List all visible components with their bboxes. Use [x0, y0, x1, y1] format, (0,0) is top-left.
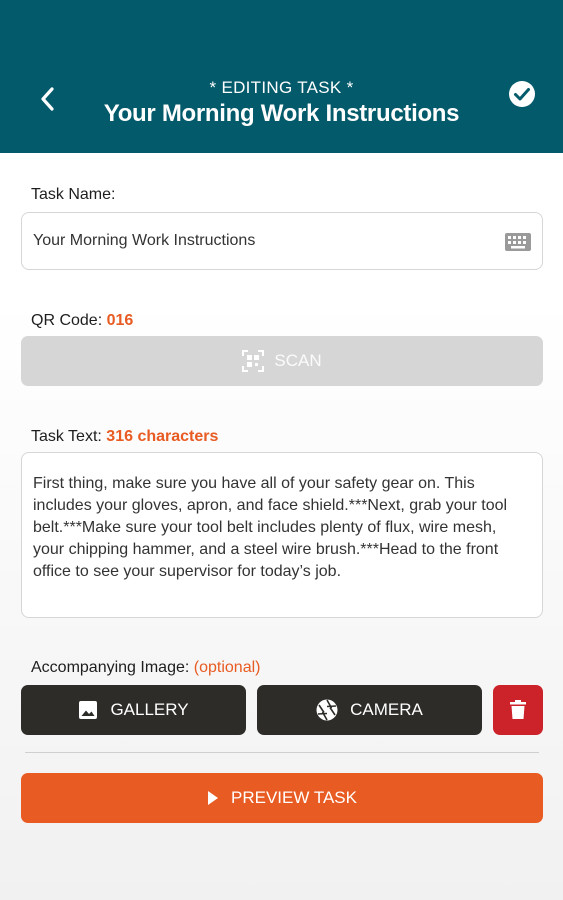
accompanying-image-label-text: Accompanying Image:	[31, 659, 190, 676]
keyboard-icon[interactable]	[504, 232, 532, 252]
camera-aperture-icon	[316, 699, 338, 721]
qr-code-value: 016	[106, 312, 134, 329]
page-title: Your Morning Work Instructions	[103, 100, 460, 127]
camera-button-label: CAMERA	[350, 700, 423, 719]
trash-icon	[510, 700, 526, 719]
task-name-label: Task Name:	[31, 186, 116, 203]
camera-button[interactable]: CAMERA	[257, 685, 482, 735]
gallery-button[interactable]: GALLERY	[21, 685, 246, 735]
divider	[25, 752, 539, 753]
task-text-input[interactable]: First thing, make sure you have all of y…	[21, 452, 543, 618]
task-text-label: Task Text: 316 characters	[31, 428, 218, 446]
delete-image-button[interactable]	[493, 685, 543, 735]
check-circle-icon	[509, 81, 535, 107]
preview-task-label: PREVIEW TASK	[231, 788, 357, 807]
play-icon	[208, 791, 219, 805]
accompanying-image-label: Accompanying Image: (optional)	[31, 659, 260, 677]
confirm-button[interactable]	[505, 77, 539, 111]
task-name-input[interactable]: Your Morning Work Instructions	[21, 212, 543, 270]
task-text-label-text: Task Text:	[31, 428, 102, 445]
gallery-button-label: GALLERY	[110, 700, 189, 719]
app-header: * EDITING TASK * Your Morning Work Instr…	[0, 0, 563, 153]
scan-button[interactable]: SCAN	[21, 336, 543, 386]
character-count: 316 characters	[106, 428, 219, 445]
task-name-value: Your Morning Work Instructions	[33, 232, 256, 249]
scan-button-label: SCAN	[274, 351, 322, 370]
qr-scan-icon	[242, 350, 265, 372]
image-icon	[79, 701, 98, 719]
qr-code-label: QR Code: 016	[31, 312, 133, 330]
task-text-value: First thing, make sure you have all of y…	[33, 475, 508, 580]
preview-task-button[interactable]: PREVIEW TASK	[21, 773, 543, 823]
header-subtitle: * EDITING TASK *	[209, 78, 354, 97]
qr-code-label-text: QR Code:	[31, 312, 103, 329]
optional-tag: (optional)	[193, 659, 261, 676]
